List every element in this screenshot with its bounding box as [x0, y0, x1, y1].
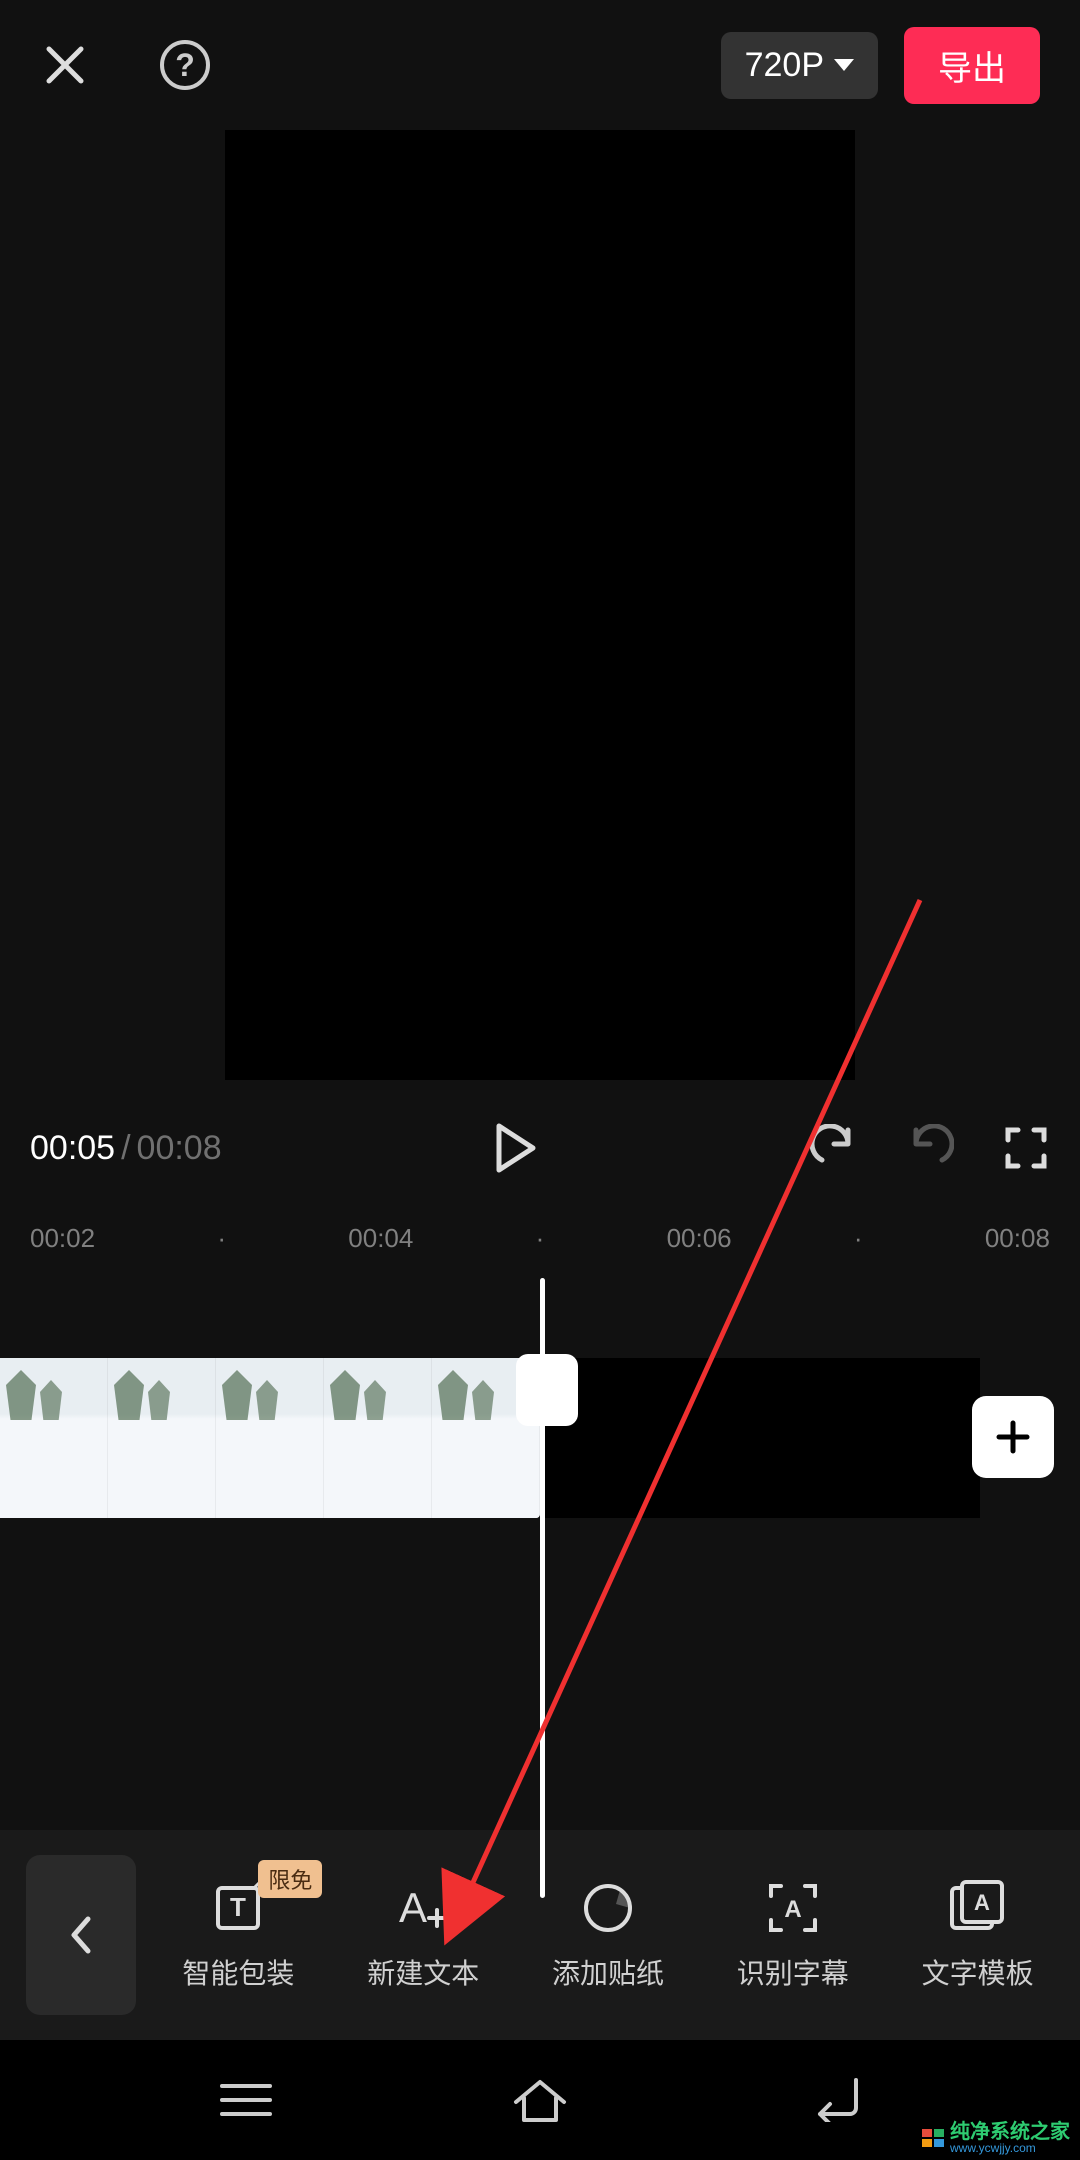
- system-nav-bar: [0, 2040, 1080, 2160]
- ruler-tick: 00:08: [985, 1223, 1050, 1254]
- ruler-tick: 00:02: [30, 1223, 95, 1254]
- nav-back-button[interactable]: [806, 2078, 862, 2122]
- nav-menu-button[interactable]: [218, 2080, 274, 2120]
- watermark: 纯净系统之家 www.ycwjjy.com: [922, 2122, 1070, 2154]
- watermark-url: www.ycwjjy.com: [950, 2142, 1070, 2154]
- resolution-dropdown[interactable]: 720P: [721, 32, 878, 99]
- timeline-track[interactable]: [0, 1278, 1080, 1898]
- chevron-down-icon: [834, 59, 854, 71]
- watermark-logo-icon: [922, 2129, 944, 2147]
- playback-controls: 00:05 / 00:08: [0, 1098, 1080, 1198]
- total-time: 00:08: [137, 1129, 222, 1168]
- ruler-tick: 00:04: [348, 1223, 413, 1254]
- clip-thumbnail: [108, 1358, 216, 1518]
- tool-smart-package[interactable]: 限免 T 智能包装: [182, 1878, 294, 1992]
- tool-text-template[interactable]: A 文字模板: [922, 1878, 1034, 1992]
- tool-new-text[interactable]: A 新建文本: [367, 1878, 479, 1992]
- svg-text:A: A: [974, 1890, 990, 1915]
- chevron-left-icon: [66, 1913, 96, 1957]
- preview-container: [0, 130, 1080, 1080]
- transition-handle[interactable]: [516, 1354, 578, 1426]
- video-clip[interactable]: [0, 1358, 540, 1518]
- help-button[interactable]: ?: [160, 40, 210, 90]
- menu-icon: [218, 2080, 274, 2120]
- export-button[interactable]: 导出: [904, 27, 1040, 104]
- tool-label: 识别字幕: [737, 1952, 849, 1992]
- close-icon: [43, 43, 87, 87]
- plus-icon: [993, 1417, 1033, 1457]
- ruler-tick: 00:06: [667, 1223, 732, 1254]
- tool-label: 智能包装: [182, 1952, 294, 1992]
- add-clip-button[interactable]: [972, 1396, 1054, 1478]
- nav-home-button[interactable]: [510, 2076, 570, 2124]
- svg-text:A: A: [784, 1896, 801, 1923]
- redo-button[interactable]: [906, 1124, 954, 1172]
- new-text-icon: A: [393, 1880, 453, 1936]
- ruler-dot: ·: [217, 1223, 226, 1254]
- undo-button[interactable]: [810, 1124, 858, 1172]
- redo-icon: [906, 1124, 954, 1172]
- tool-label: 文字模板: [922, 1952, 1034, 1992]
- tool-label: 添加贴纸: [552, 1952, 664, 1992]
- watermark-text: 纯净系统之家: [950, 2122, 1070, 2142]
- limited-free-badge: 限免: [258, 1860, 322, 1898]
- recognize-subtitle-icon: A: [765, 1880, 821, 1936]
- top-bar: ? 720P 导出: [0, 0, 1080, 130]
- current-time: 00:05: [30, 1129, 115, 1168]
- undo-icon: [810, 1124, 858, 1172]
- fullscreen-button[interactable]: [1002, 1124, 1050, 1172]
- svg-text:A: A: [399, 1884, 427, 1931]
- clip-thumbnail: [0, 1358, 108, 1518]
- ruler-dot: ·: [854, 1223, 863, 1254]
- tool-recognize-subtitle[interactable]: A 识别字幕: [737, 1878, 849, 1992]
- tool-label: 新建文本: [367, 1952, 479, 1992]
- sticker-icon: [580, 1880, 636, 1936]
- clip-thumbnail: [324, 1358, 432, 1518]
- time-separator: /: [121, 1129, 130, 1168]
- clip-thumbnail: [216, 1358, 324, 1518]
- timeline-ruler[interactable]: 00:02 · 00:04 · 00:06 · 00:08: [0, 1208, 1080, 1268]
- ruler-dot: ·: [536, 1223, 545, 1254]
- play-button[interactable]: [493, 1122, 539, 1174]
- close-button[interactable]: [40, 40, 90, 90]
- svg-text:T: T: [230, 1892, 246, 1922]
- toolbar-back-button[interactable]: [26, 1855, 136, 2015]
- play-icon: [493, 1122, 539, 1174]
- home-icon: [510, 2076, 570, 2124]
- fullscreen-icon: [1004, 1126, 1048, 1170]
- video-preview[interactable]: [225, 130, 855, 1080]
- tool-add-sticker[interactable]: 添加贴纸: [552, 1878, 664, 1992]
- question-icon: ?: [175, 47, 195, 84]
- text-template-icon: A: [948, 1880, 1008, 1936]
- back-icon: [806, 2078, 862, 2122]
- resolution-label: 720P: [745, 46, 824, 85]
